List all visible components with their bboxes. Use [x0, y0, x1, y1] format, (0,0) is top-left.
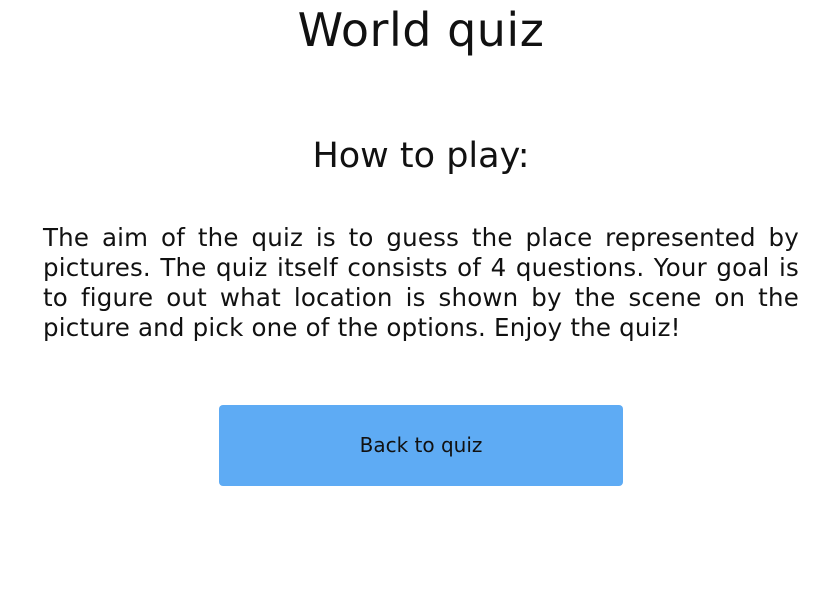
how-to-play-heading: How to play: — [312, 136, 530, 176]
back-to-quiz-button[interactable]: Back to quiz — [219, 405, 623, 486]
instructions-text: The aim of the quiz is to guess the plac… — [43, 223, 799, 342]
page-title: World quiz — [297, 3, 545, 57]
